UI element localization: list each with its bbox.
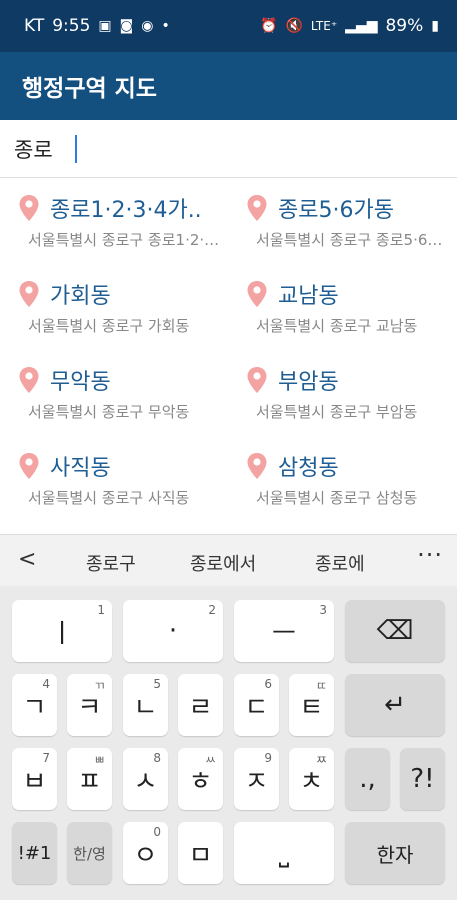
- key-g[interactable]: 4 ㄱ: [12, 674, 57, 736]
- messenger-icon: ◙: [119, 18, 134, 34]
- backspace-icon: ⌫: [376, 616, 414, 646]
- location-pin-icon: [247, 195, 267, 221]
- text-caret: [75, 134, 77, 163]
- location-pin-icon: [247, 367, 267, 393]
- suggestion-item[interactable]: 종로에서: [190, 550, 256, 576]
- results-list: 종로1·2·3·4가.. 서울특별시 종로구 종로1·2·3·4가동 종로5·6…: [0, 178, 457, 534]
- key-n[interactable]: 5 ㄴ: [123, 674, 168, 736]
- result-address: 서울특별시 종로구 종로5·6가동: [256, 231, 451, 249]
- key-m[interactable]: ㅁ: [178, 822, 223, 884]
- location-pin-icon: [19, 453, 39, 479]
- key-punctuation[interactable]: .,: [345, 748, 390, 810]
- result-item[interactable]: 무악동 서울특별시 종로구 무악동: [18, 350, 233, 436]
- key-dot[interactable]: 2 ·: [123, 600, 223, 662]
- location-pin-icon: [247, 453, 267, 479]
- gallery-icon: ▣: [98, 18, 112, 34]
- result-item[interactable]: 부암동 서울특별시 종로구 부암동: [246, 350, 457, 436]
- result-name: 교남동: [278, 284, 339, 309]
- app-title: 행정구역 지도: [22, 76, 157, 102]
- suggestion-item[interactable]: 종로구: [86, 550, 136, 576]
- alarm-icon: ⏰: [260, 18, 278, 34]
- location-pin-icon: [247, 281, 267, 307]
- result-item[interactable]: 교남동 서울특별시 종로구 교남동: [246, 264, 457, 350]
- key-eu[interactable]: 3 ㅡ: [234, 600, 334, 662]
- result-name: 삼청동: [278, 456, 339, 481]
- key-h[interactable]: ㅆ ㅎ: [178, 748, 223, 810]
- key-p[interactable]: ㅃ ㅍ: [67, 748, 112, 810]
- result-address: 서울특별시 종로구 종로1·2·3·4가동: [28, 231, 223, 249]
- backspace-key[interactable]: ⌫: [345, 600, 445, 662]
- key-b[interactable]: 7 ㅂ: [12, 748, 57, 810]
- result-name: 부암동: [278, 370, 339, 395]
- symbols-key[interactable]: !#1: [12, 822, 57, 884]
- suggestion-item[interactable]: 종로에: [315, 550, 365, 576]
- dot-icon: •: [161, 18, 170, 34]
- battery-label: 89%: [385, 16, 424, 36]
- chevron-left-icon[interactable]: <: [18, 547, 36, 572]
- chat-icon: ◉: [141, 18, 154, 34]
- result-address: 서울특별시 종로구 무악동: [28, 403, 190, 421]
- enter-icon: ↵: [384, 690, 406, 720]
- result-item[interactable]: 삼청동 서울특별시 종로구 삼청동: [246, 436, 457, 522]
- result-address: 서울특별시 종로구 부암동: [256, 403, 418, 421]
- key-k[interactable]: ㄲ ㅋ: [67, 674, 112, 736]
- key-i[interactable]: 1 ㅣ: [12, 600, 112, 662]
- key-j[interactable]: 9 ㅈ: [234, 748, 279, 810]
- mute-icon: 🔇: [285, 18, 303, 34]
- result-item[interactable]: 사직동 서울특별시 종로구 사직동: [18, 436, 233, 522]
- key-o[interactable]: 0 ㅇ: [123, 822, 168, 884]
- result-name: 가회동: [50, 284, 111, 309]
- result-name: 종로5·6가동: [278, 198, 394, 223]
- key-question-exclaim[interactable]: ?!: [400, 748, 445, 810]
- search-input[interactable]: [14, 136, 74, 161]
- enter-key[interactable]: ↵: [345, 674, 445, 736]
- signal-icon: ▂▄▆: [345, 18, 378, 34]
- key-r[interactable]: ㄹ: [178, 674, 223, 736]
- key-ch[interactable]: ㅉ ㅊ: [289, 748, 334, 810]
- result-address: 서울특별시 종로구 가회동: [28, 317, 190, 335]
- search-bar[interactable]: [0, 120, 457, 178]
- clock: 9:55: [52, 16, 91, 36]
- result-item[interactable]: 종로1·2·3·4가.. 서울특별시 종로구 종로1·2·3·4가동: [18, 178, 233, 264]
- result-item[interactable]: 가회동 서울특별시 종로구 가회동: [18, 264, 233, 350]
- result-address: 서울특별시 종로구 삼청동: [256, 489, 418, 507]
- more-options-icon[interactable]: ···: [417, 541, 443, 569]
- keyboard: 1 ㅣ 2 · 3 ㅡ ⌫ 4 ㄱ ㄲ ㅋ 5 ㄴ ㄹ 6 ㄷ ㄸ ㅌ ↵ 7 …: [0, 586, 457, 900]
- key-d[interactable]: 6 ㄷ: [234, 674, 279, 736]
- result-address: 서울특별시 종로구 사직동: [28, 489, 190, 507]
- language-toggle-key[interactable]: 한/영: [67, 822, 112, 884]
- key-s[interactable]: 8 ㅅ: [123, 748, 168, 810]
- battery-icon: ▮: [431, 18, 439, 34]
- space-icon: ⎵: [278, 837, 290, 868]
- location-pin-icon: [19, 195, 39, 221]
- suggestion-bar: < 종로구 종로에서 종로에 ···: [0, 534, 457, 586]
- status-bar: KT 9:55 ▣ ◙ ◉ • ⏰ 🔇 LTE⁺ ▂▄▆ 89% ▮: [0, 0, 457, 52]
- location-pin-icon: [19, 281, 39, 307]
- carrier-label: KT: [24, 16, 45, 36]
- result-item[interactable]: 종로5·6가동 서울특별시 종로구 종로5·6가동: [246, 178, 457, 264]
- network-label: LTE⁺: [310, 19, 338, 33]
- result-address: 서울특별시 종로구 교남동: [256, 317, 418, 335]
- result-name: 무악동: [50, 370, 111, 395]
- result-name: 사직동: [50, 456, 111, 481]
- space-key[interactable]: ⎵: [234, 822, 334, 884]
- hanja-key[interactable]: 한자: [345, 822, 445, 884]
- location-pin-icon: [19, 367, 39, 393]
- key-t[interactable]: ㄸ ㅌ: [289, 674, 334, 736]
- app-bar: 행정구역 지도: [0, 52, 457, 120]
- result-name: 종로1·2·3·4가..: [50, 198, 202, 223]
